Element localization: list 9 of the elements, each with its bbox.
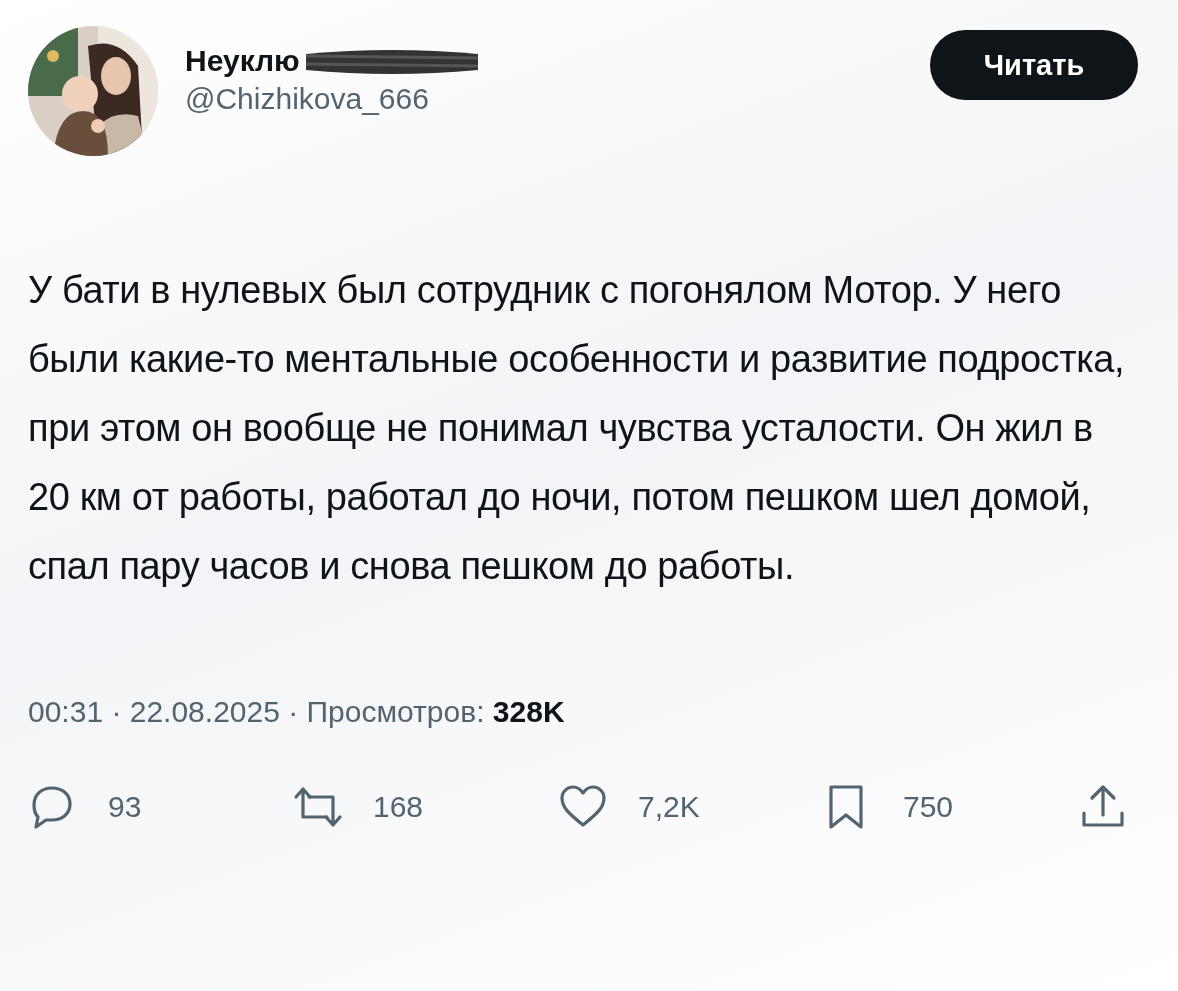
post-meta: 00:31 · 22.08.2025 · Просмотров: 328K xyxy=(28,695,566,729)
action-count: 168 xyxy=(373,790,424,824)
action-count: 750 xyxy=(903,790,954,824)
tweet-text: У бати в нулевых был сотрудник с погонялом Мотор. У него были какие-то ментальные особенности и развитие подростка, при этом он вообще не понимал чувства усталости. Он жил в 20 км от работы, работал до ночи, потом пешком шел домой, спал пару часов и снова пешком до работы. xyxy=(28,268,1126,589)
user-handle[interactable]: @Chizhikova_666 xyxy=(185,82,930,116)
display-name: Неуклю xyxy=(185,44,300,78)
follow-button[interactable]: Читать xyxy=(930,30,1138,100)
action-count: 93 xyxy=(108,790,142,824)
action-count: 7,2K xyxy=(638,790,700,824)
